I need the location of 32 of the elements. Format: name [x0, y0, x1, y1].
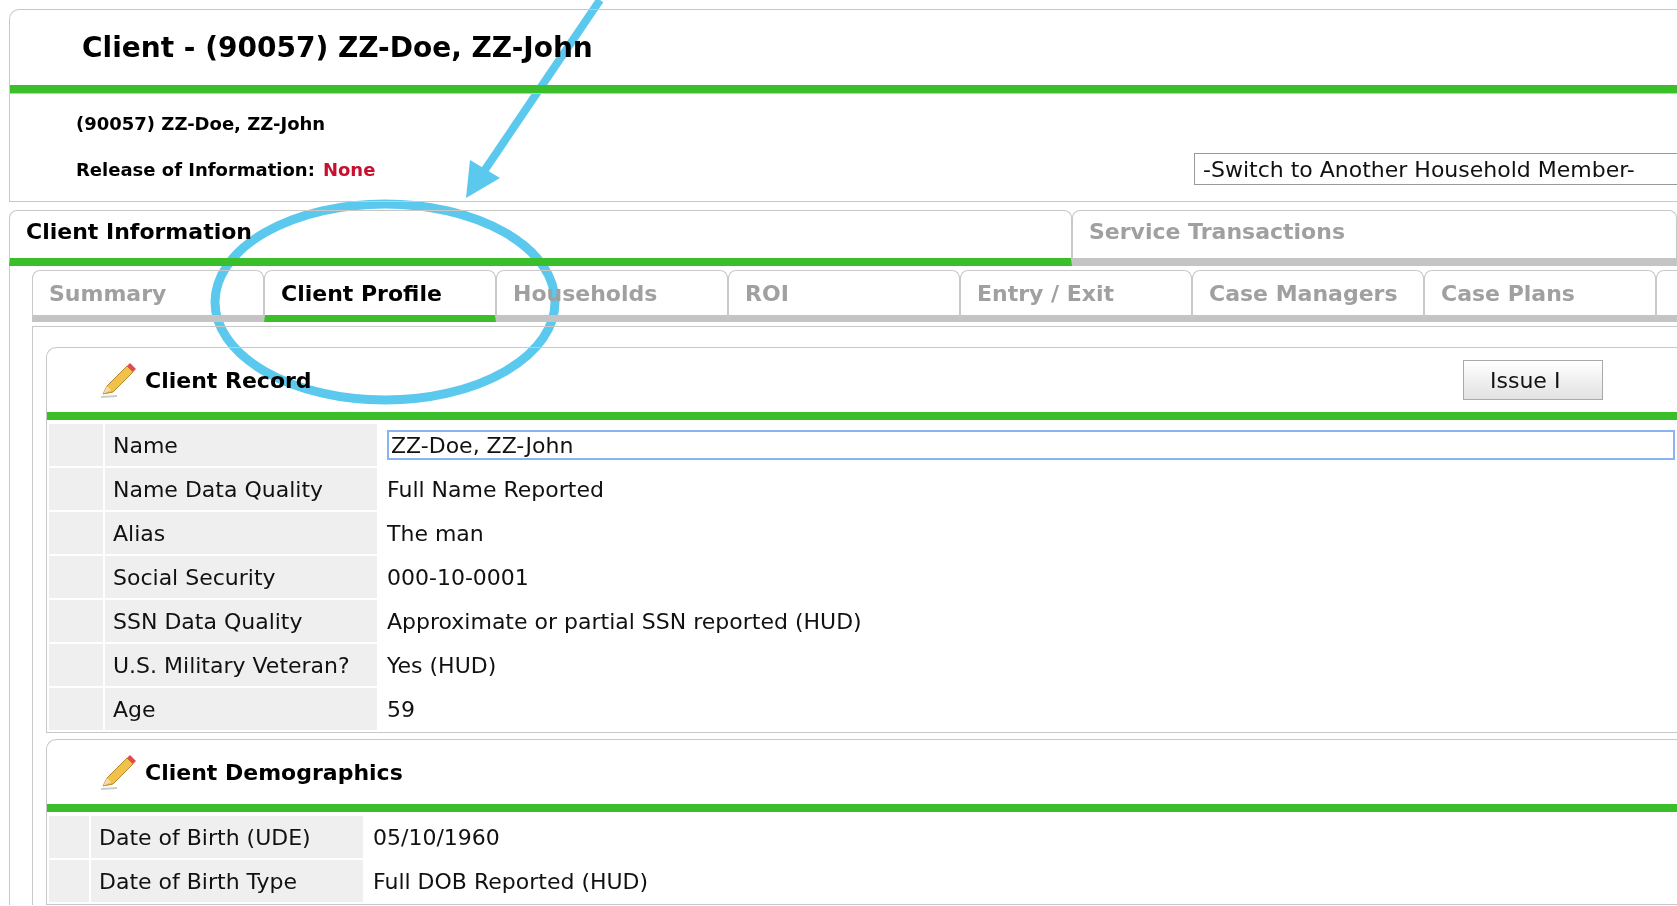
- field-label: Name: [105, 424, 377, 466]
- field-label: Date of Birth Type: [91, 860, 363, 902]
- field-value: 000-10-0001: [387, 563, 529, 592]
- roi-label: Release of Information:: [76, 158, 315, 182]
- main-tab[interactable]: Client Information: [9, 210, 1072, 266]
- sub-tab[interactable]: Client Profile: [264, 270, 496, 322]
- sub-tab[interactable]: Entry / Exit: [960, 270, 1192, 322]
- field-value: 59: [387, 695, 415, 724]
- field-value: Yes (HUD): [387, 651, 497, 680]
- field-value: 05/10/1960: [373, 823, 500, 852]
- field-label: U.S. Military Veteran?: [105, 644, 377, 686]
- client-name: (90057) ZZ-Doe, ZZ-John: [76, 112, 326, 136]
- field-label: Date of Birth (UDE): [91, 816, 363, 858]
- sub-tab[interactable]: Case Plans: [1424, 270, 1656, 322]
- field-value: Full DOB Reported (HUD): [373, 867, 649, 896]
- issue-id-button[interactable]: Issue I: [1463, 360, 1603, 400]
- sub-tab[interactable]: ROI: [728, 270, 960, 322]
- name-input-field[interactable]: ZZ-Doe, ZZ-John: [387, 430, 1675, 460]
- field-label: Alias: [105, 512, 377, 554]
- sub-tab[interactable]: Case Managers: [1192, 270, 1424, 322]
- field-value: Approximate or partial SSN reported (HUD): [387, 607, 862, 636]
- section-title: Client Demographics: [145, 758, 403, 787]
- main-tab[interactable]: Service Transactions: [1072, 210, 1677, 266]
- field-value: The man: [387, 519, 484, 548]
- field-label: Name Data Quality: [105, 468, 377, 510]
- field-label: Social Security: [105, 556, 377, 598]
- roi-value: None: [322, 158, 376, 182]
- sub-tab[interactable]: Summary: [32, 270, 264, 322]
- field-value: Full Name Reported: [387, 475, 604, 504]
- field-label: SSN Data Quality: [105, 600, 377, 642]
- field-label: Age: [105, 688, 377, 730]
- household-member-select[interactable]: -Switch to Another Household Member-: [1194, 153, 1677, 185]
